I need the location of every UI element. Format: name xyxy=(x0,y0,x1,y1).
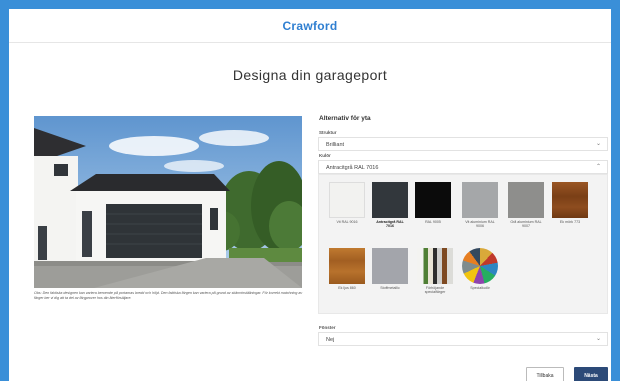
swatch-color xyxy=(372,182,408,218)
kulor-value: Antracitgrå RAL 7016 xyxy=(326,164,379,171)
top-bar: Crawford xyxy=(9,9,611,43)
kulor-select[interactable]: Antracitgrå RAL 7016 ⌃ xyxy=(318,160,608,174)
swatch-label: Specialkulör xyxy=(470,286,490,290)
next-button[interactable]: Nästa xyxy=(574,367,608,381)
fonster-select[interactable]: Nej ⌄ xyxy=(318,332,608,346)
swatch-color xyxy=(372,248,408,284)
swatch-5[interactable]: Ek mörk 773 xyxy=(552,182,588,224)
chevron-down-icon: ⌄ xyxy=(595,336,601,342)
swatch-label: Vit RAL 9016 xyxy=(336,220,358,224)
swatch-7[interactable]: Stoffmetallic xyxy=(372,248,408,290)
swatch-label: Förhöjande specialfärger xyxy=(424,286,446,295)
app-window: Crawford Designa din garageport Obs: Den… xyxy=(9,9,611,381)
swatch-color xyxy=(329,182,365,218)
color-swatch-grid: Vit RAL 9016 Antracitgrå RAL 7016 RAL 90… xyxy=(318,174,608,314)
swatch-label: Antracitgrå RAL 7016 xyxy=(376,220,404,229)
swatch-color xyxy=(329,248,365,284)
swatch-8[interactable]: Förhöjande specialfärger xyxy=(417,248,453,295)
swatch-1[interactable]: Antracitgrå RAL 7016 xyxy=(372,182,408,229)
swatch-color xyxy=(508,182,544,218)
kulor-label: Kulör xyxy=(319,153,331,158)
struktur-value: Brilliant xyxy=(326,141,345,148)
swatch-6[interactable]: Ek ljus 860 xyxy=(329,248,365,290)
swatch-label: Vit aluminium RAL 9006 xyxy=(465,220,495,229)
page-title: Designa din garageport xyxy=(232,67,388,83)
swatch-label: Grå aluminium RAL 9007 xyxy=(510,220,542,229)
fonster-label: Fönster xyxy=(319,325,336,330)
fonster-value: Nej xyxy=(326,336,335,343)
swatch-2[interactable]: RAL 9005 xyxy=(415,182,451,224)
swatch-4[interactable]: Grå aluminium RAL 9007 xyxy=(508,182,544,229)
crawford-logo[interactable]: Crawford xyxy=(282,19,337,33)
swatch-label: Ek mörk 773 xyxy=(559,220,581,224)
struktur-select[interactable]: Brilliant ⌄ xyxy=(318,137,608,151)
options-heading: Alternativ för yta xyxy=(319,115,371,122)
chevron-up-icon: ⌃ xyxy=(595,164,601,170)
garage-preview-image xyxy=(34,116,302,288)
swatch-label: RAL 9005 xyxy=(425,220,441,224)
struktur-label: Struktur xyxy=(319,130,337,135)
chevron-down-icon: ⌄ xyxy=(595,141,601,147)
swatch-3[interactable]: Vit aluminium RAL 9006 xyxy=(462,182,498,229)
swatch-color xyxy=(462,182,498,218)
back-button[interactable]: Tillbaka xyxy=(526,367,564,381)
image-disclaimer: Obs: Den faktiska designen kan variera b… xyxy=(34,291,303,300)
swatch-label: Ek ljus 860 xyxy=(338,286,356,290)
swatch-color xyxy=(415,182,451,218)
swatch-color xyxy=(417,248,453,284)
swatch-0[interactable]: Vit RAL 9016 xyxy=(329,182,365,224)
swatch-9[interactable]: Specialkulör xyxy=(462,248,498,290)
swatch-color xyxy=(462,248,498,284)
swatch-label: Stoffmetallic xyxy=(380,286,400,290)
swatch-color xyxy=(552,182,588,218)
